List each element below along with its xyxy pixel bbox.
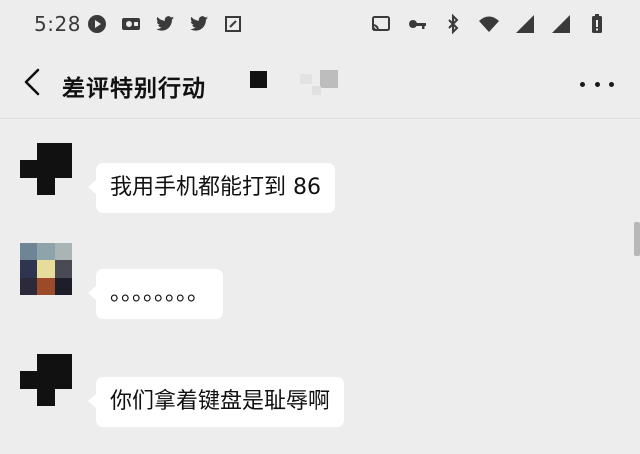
message-list: 我用手机都能打到 86 。。。。。。。。 你们拿着键盘是耻辱啊 — [0, 119, 640, 454]
sender-name-redacted — [96, 145, 156, 157]
message-text: 你们拿着键盘是耻辱啊 — [110, 389, 331, 414]
message-bubble[interactable]: 我用手机都能打到 86 — [88, 163, 335, 213]
dot-icon — [594, 81, 600, 87]
message-bubble[interactable]: 你们拿着键盘是耻辱啊 — [87, 377, 345, 427]
play-circle-icon — [86, 13, 108, 35]
avatar[interactable] — [20, 143, 72, 195]
censor-block — [300, 74, 312, 84]
sender-name-redacted — [96, 245, 156, 257]
sender-name-redacted — [96, 356, 156, 368]
key-icon — [406, 13, 428, 35]
status-left-icons — [86, 13, 244, 35]
twitter-icon — [154, 13, 176, 35]
signal-icon — [514, 13, 536, 35]
signal-icon — [550, 13, 572, 35]
avatar[interactable] — [20, 243, 72, 295]
status-right-icons — [370, 13, 608, 35]
cast-icon — [370, 13, 392, 35]
censor-block — [320, 70, 338, 88]
chevron-left-icon — [24, 68, 40, 96]
bluetooth-icon — [442, 13, 464, 35]
status-bar: 5:28 — [0, 0, 640, 50]
battery-icon — [586, 13, 608, 35]
censor-block — [312, 86, 321, 95]
notification-icon — [120, 13, 142, 35]
message-bubble[interactable]: 。。。。。。。。 — [87, 269, 224, 319]
screenshot-icon — [222, 13, 244, 35]
censor-block — [250, 71, 267, 88]
twitter-icon — [188, 13, 210, 35]
message-text: 。。。。。。。。 — [110, 281, 210, 306]
message-text: 我用手机都能打到 86 — [110, 175, 321, 200]
chat-title: 差评特别行动 — [62, 76, 206, 102]
scrollbar[interactable] — [634, 222, 640, 256]
back-button[interactable] — [14, 64, 50, 100]
dot-icon — [609, 81, 614, 87]
status-time: 5:28 — [34, 12, 81, 36]
wifi-icon — [478, 13, 500, 35]
dot-icon — [580, 81, 585, 87]
avatar[interactable] — [20, 354, 72, 406]
more-options-button[interactable] — [580, 72, 614, 96]
